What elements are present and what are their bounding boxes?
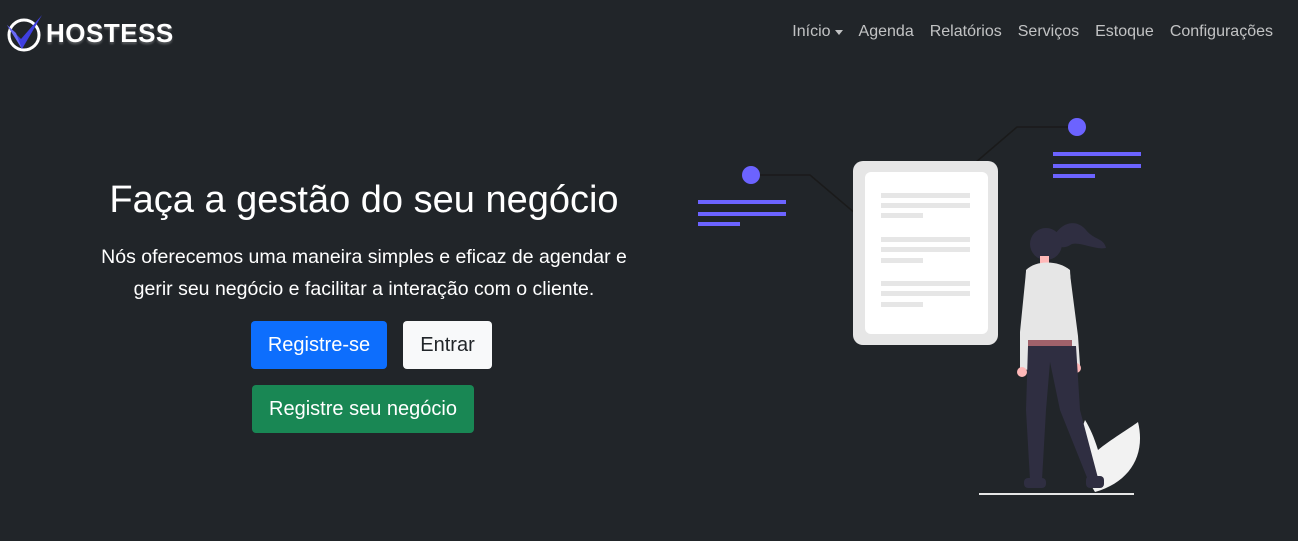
nav-item-agenda[interactable]: Agenda: [851, 21, 922, 43]
caret-down-icon: [834, 29, 843, 35]
check-shield-logo-icon: [7, 15, 42, 52]
accent-line: [1053, 174, 1095, 178]
brand[interactable]: HOSTESS: [4, 12, 174, 54]
nav-item-inicio[interactable]: Início: [784, 21, 850, 43]
hero-illustration: [698, 118, 1141, 495]
nav-item-servicos[interactable]: Serviços: [1010, 21, 1087, 43]
document-icon: [853, 161, 998, 345]
nav-item-inicio-label: Início: [792, 23, 831, 40]
nav-item-relatorios[interactable]: Relatórios: [922, 21, 1010, 43]
register-button[interactable]: Registre-se: [251, 321, 387, 369]
accent-line: [698, 222, 740, 226]
register-business-button[interactable]: Registre seu negócio: [252, 385, 474, 433]
accent-dot-right: [1068, 118, 1086, 136]
hero-description: Nós oferecemos uma maneira simples e efi…: [84, 241, 644, 305]
accent-line: [1053, 164, 1141, 168]
brand-name: HOSTESS: [46, 17, 174, 48]
nav-links: Início Agenda Relatórios Serviços Estoqu…: [784, 21, 1281, 43]
accent-line: [698, 200, 786, 204]
accent-line: [1053, 152, 1141, 156]
hero-description-line-1: Nós oferecemos uma maneira simples e efi…: [101, 245, 627, 268]
login-button[interactable]: Entrar: [403, 321, 492, 369]
accent-dot-left: [742, 166, 760, 184]
ground-line: [979, 493, 1134, 495]
hero-title: Faça a gestão do seu negócio: [109, 179, 619, 221]
nav-item-estoque[interactable]: Estoque: [1087, 21, 1162, 43]
accent-line: [698, 212, 786, 216]
navbar: HOSTESS Início Agenda Relatórios Serviço…: [0, 0, 1298, 66]
nav-item-configuracoes[interactable]: Configurações: [1162, 21, 1281, 43]
hero-section: Faça a gestão do seu negócio Nós oferece…: [84, 178, 644, 305]
hero-description-line-2: gerir seu negócio e facilitar a interaçã…: [133, 277, 595, 300]
